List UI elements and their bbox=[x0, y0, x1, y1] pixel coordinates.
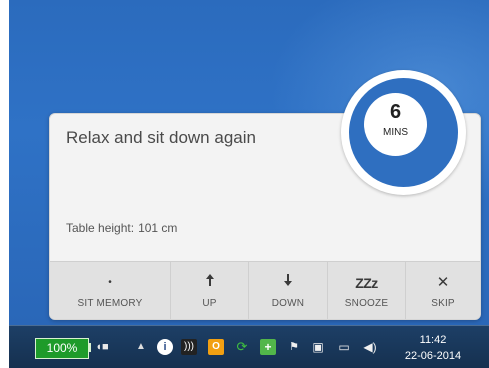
table-height-value: 101 cm bbox=[138, 221, 178, 235]
battery-tip bbox=[88, 343, 91, 352]
action-bar: • SIT MEMORY UP DOWN ZZz SNOOZE ✕ SKIP bbox=[50, 261, 480, 319]
device-icon[interactable]: ▣ bbox=[310, 339, 326, 355]
timer-center: 6 MINS bbox=[364, 93, 427, 156]
table-height: Table height: 101 cm bbox=[66, 221, 177, 235]
skip-button[interactable]: ✕ SKIP bbox=[406, 262, 480, 319]
snooze-icon: ZZz bbox=[355, 274, 378, 291]
network-icon[interactable]: ▭ bbox=[336, 339, 352, 355]
dot-icon: • bbox=[108, 276, 112, 288]
clock-time: 11:42 bbox=[419, 334, 447, 346]
table-height-label: Table height: bbox=[66, 221, 135, 235]
notification-message: Relax and sit down again bbox=[66, 128, 256, 147]
timer-value: 6 bbox=[389, 101, 402, 123]
office-icon[interactable]: O bbox=[208, 339, 224, 355]
flag-icon[interactable]: ⚑ bbox=[286, 339, 302, 355]
close-icon: ✕ bbox=[436, 273, 450, 291]
up-button[interactable]: UP bbox=[171, 262, 249, 319]
clock[interactable]: 11:42 22-06-2014 bbox=[398, 333, 468, 363]
taskbar: 100% ◖■ ▲ i ))) O ⟳ + ⚑ ▣ ▭ ◀) 11:42 22-… bbox=[9, 325, 489, 368]
snooze-label: SNOOZE bbox=[344, 297, 389, 309]
sync-icon[interactable]: ⟳ bbox=[234, 339, 250, 355]
timer-ring: 6 MINS bbox=[341, 70, 466, 195]
wireless-icon[interactable]: ))) bbox=[181, 339, 197, 355]
sit-memory-button[interactable]: • SIT MEMORY bbox=[50, 262, 171, 319]
clock-date: 22-06-2014 bbox=[404, 350, 462, 362]
plug-icon[interactable]: ◖■ bbox=[94, 339, 110, 355]
volume-icon[interactable]: ◀) bbox=[362, 339, 378, 355]
arrow-up-icon bbox=[205, 273, 215, 293]
arrow-down-icon bbox=[283, 273, 293, 293]
plus-icon[interactable]: + bbox=[260, 339, 276, 355]
timer-unit: MINS bbox=[383, 127, 408, 138]
info-icon[interactable]: i bbox=[157, 339, 173, 355]
down-label: DOWN bbox=[271, 297, 305, 309]
snooze-button[interactable]: ZZz SNOOZE bbox=[328, 262, 406, 319]
show-hidden-arrow-icon[interactable]: ▲ bbox=[133, 339, 149, 355]
down-button[interactable]: DOWN bbox=[249, 262, 328, 319]
sit-memory-label: SIT MEMORY bbox=[77, 297, 143, 309]
up-label: UP bbox=[202, 297, 217, 309]
battery-indicator[interactable]: 100% bbox=[35, 338, 89, 359]
skip-label: SKIP bbox=[431, 297, 455, 309]
